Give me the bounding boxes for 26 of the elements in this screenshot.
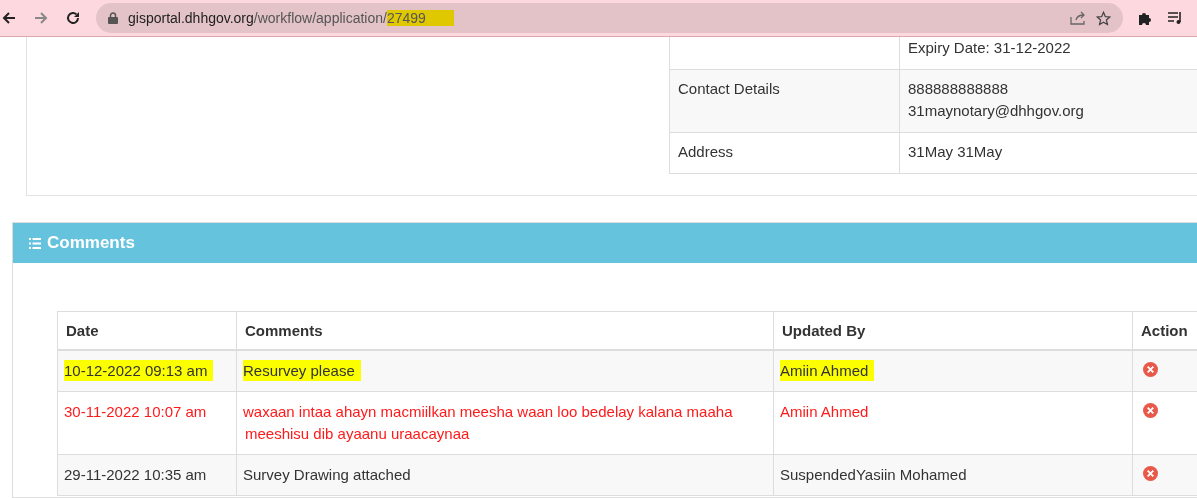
star-icon[interactable] — [1096, 10, 1111, 26]
table-cell: Amiin Ahmed — [773, 350, 1133, 392]
table-cell: Resurvey please — [236, 350, 774, 392]
list-icon — [29, 237, 41, 249]
share-icon[interactable] — [1070, 11, 1086, 25]
delete-icon[interactable] — [1143, 466, 1158, 481]
detail-label: Contact Details — [670, 70, 899, 133]
table-cell: 29-11-2022 10:35 am — [57, 454, 237, 496]
url-host: gisportal.dhhgov.org — [128, 10, 254, 26]
detail-value: Expiry Date: 31-12-2022 — [899, 37, 1197, 70]
url-path: /workflow/application/ — [253, 10, 387, 26]
table-cell: waxaan intaa ahayn macmiilkan meesha waan loo bedelay kalana maaha meeshisu dib ayaanu uraacaynaa — [236, 391, 774, 455]
playlist-icon[interactable] — [1167, 11, 1183, 25]
table-cell: 10-12-2022 09:13 am — [57, 350, 237, 392]
table-cell: Amiin Ahmed — [773, 391, 1133, 455]
detail-value: 31May 31May — [899, 133, 1197, 174]
delete-icon[interactable] — [1143, 362, 1158, 377]
panel-title: Comments — [47, 233, 135, 253]
detail-value: 888888888888 31maynotary@dhhgov.org — [899, 70, 1197, 133]
table-cell: SuspendedYasiin Mohamed — [773, 454, 1133, 496]
lock-icon — [108, 12, 118, 24]
table-cell: Survey Drawing attached — [236, 454, 774, 496]
puzzle-icon[interactable] — [1137, 10, 1153, 26]
reload-button[interactable] — [64, 9, 82, 27]
delete-icon[interactable] — [1143, 403, 1158, 418]
table-cell: 30-11-2022 10:07 am — [57, 391, 237, 455]
